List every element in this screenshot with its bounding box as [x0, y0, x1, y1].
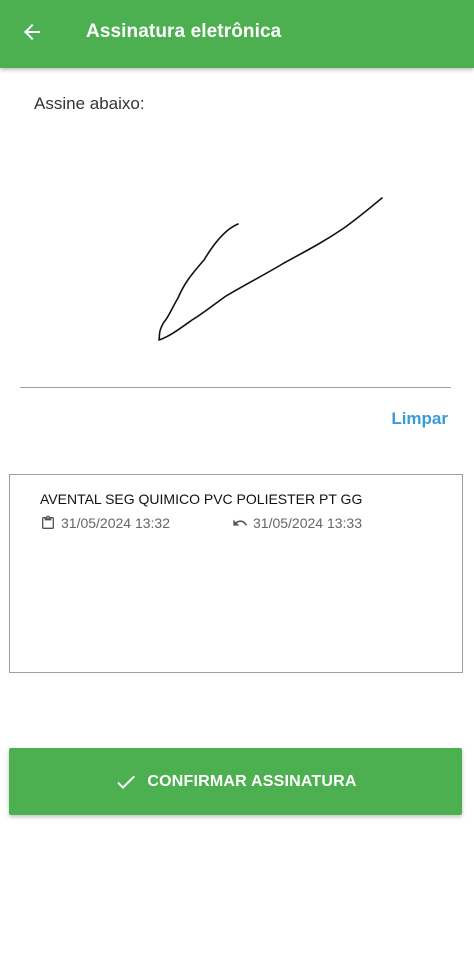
arrow-left-icon — [24, 24, 40, 40]
back-button[interactable] — [14, 14, 50, 50]
return-date-text: 31/05/2024 13:33 — [253, 515, 362, 531]
signature-pad[interactable] — [20, 120, 452, 388]
signature-instruction: Assine abaixo: — [34, 94, 145, 113]
confirm-button-label: CONFIRMAR ASSINATURA — [147, 772, 357, 790]
app-bar: Assinatura eletrônica — [0, 0, 474, 68]
items-list: AVENTAL SEG QUIMICO PVC POLIESTER PT GG … — [9, 474, 463, 673]
confirm-signature-button[interactable]: CONFIRMAR ASSINATURA — [9, 748, 462, 815]
delivered-date-text: 31/05/2024 13:32 — [61, 515, 170, 531]
item-name: AVENTAL SEG QUIMICO PVC POLIESTER PT GG — [40, 491, 363, 507]
signature-baseline — [20, 387, 451, 388]
undo-icon — [232, 515, 248, 531]
page-title: Assinatura eletrônica — [86, 21, 282, 42]
clipboard-icon — [40, 515, 56, 531]
item-delivered-date: 31/05/2024 13:32 — [40, 515, 170, 531]
item-return-date: 31/05/2024 13:33 — [232, 515, 362, 531]
check-icon — [114, 770, 138, 794]
clear-signature-button[interactable]: Limpar — [391, 409, 448, 429]
signature-stroke — [158, 197, 383, 341]
